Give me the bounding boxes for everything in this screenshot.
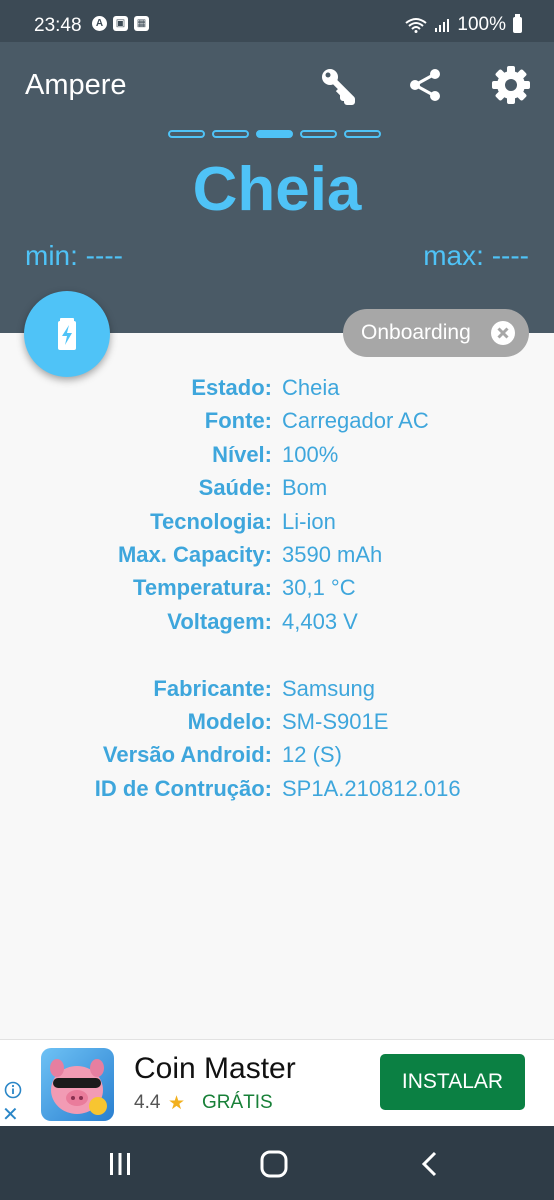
- ad-price: GRÁTIS: [202, 1092, 273, 1113]
- info-row-saude: Saúde: Bom: [0, 472, 554, 505]
- key-icon[interactable]: [318, 65, 358, 105]
- battery-charging-icon: [58, 318, 76, 350]
- recent-apps-icon[interactable]: [106, 1152, 134, 1176]
- status-time: 23:48: [34, 15, 82, 36]
- battery-fab-button[interactable]: [24, 291, 110, 377]
- a-icon: A: [92, 16, 107, 31]
- info-row-temperatura: Temperatura: 30,1 °C: [0, 572, 554, 605]
- battery-percent: 100%: [457, 14, 506, 35]
- info-value: 4,403 V: [282, 608, 358, 634]
- page-dot[interactable]: [168, 130, 205, 138]
- image-icon: ▣: [113, 16, 128, 31]
- page-dot[interactable]: [344, 130, 381, 138]
- onboarding-chip[interactable]: Onboarding: [343, 309, 529, 357]
- charge-state: Cheia: [192, 155, 362, 224]
- info-label: Fonte:: [204, 408, 272, 434]
- app-title: Ampere: [25, 69, 127, 101]
- info-label: Fabricante:: [153, 675, 272, 701]
- info-value: SP1A.210812.016: [282, 775, 461, 801]
- info-row-fonte: Fonte: Carregador AC: [0, 405, 554, 438]
- info-value: Carregador AC: [282, 408, 429, 434]
- info-label: Estado:: [191, 375, 272, 400]
- info-row-modelo: Modelo: SM-S901E: [0, 706, 554, 739]
- info-value: 12 (S): [282, 742, 342, 768]
- info-label: Versão Android:: [102, 742, 272, 768]
- info-label: Nível:: [212, 441, 272, 467]
- home-icon[interactable]: [260, 1150, 288, 1178]
- page-dot[interactable]: [300, 130, 337, 138]
- info-row-build: ID de Contrução: SP1A.210812.016: [0, 773, 554, 806]
- notification-icons: A ▣ ▦: [92, 16, 149, 31]
- info-value: SM-S901E: [282, 708, 389, 734]
- app-logo[interactable]: [41, 1048, 114, 1121]
- info-value: Bom: [282, 475, 328, 501]
- info-row-android: Versão Android: 12 (S): [0, 739, 554, 772]
- qr-icon: ▦: [134, 16, 149, 31]
- info-value: Cheia: [282, 375, 340, 400]
- ad-rating: 4.4: [134, 1092, 161, 1113]
- navigation-bar: [0, 1126, 554, 1200]
- info-label: Tecnologia:: [150, 508, 272, 534]
- signal-icon: [435, 19, 450, 32]
- gear-icon[interactable]: [491, 65, 531, 105]
- info-label: ID de Contrução:: [94, 775, 272, 801]
- info-row-nivel: Nível: 100%: [0, 439, 554, 472]
- info-label: Modelo:: [187, 708, 272, 734]
- ad-banner[interactable]: Coin Master 4.4 ★ GRÁTIS INSTALAR: [0, 1039, 554, 1127]
- chip-label: Onboarding: [361, 321, 471, 344]
- info-label: Max. Capacity:: [117, 541, 272, 567]
- info-value: 100%: [282, 441, 339, 467]
- battery-info-table: Estado: Cheia Fonte: Carregador AC Nível…: [0, 372, 554, 806]
- app-header: Ampere Cheia min: ---- max: ----: [0, 42, 554, 333]
- share-icon[interactable]: [405, 65, 445, 105]
- back-icon[interactable]: [418, 1150, 442, 1178]
- info-label: Temperatura:: [133, 575, 272, 601]
- close-icon[interactable]: [491, 321, 515, 345]
- wifi-icon: [405, 18, 428, 33]
- min-current: min: ----: [25, 240, 123, 271]
- info-row-voltagem: Voltagem: 4,403 V: [0, 606, 554, 639]
- status-bar: 23:48 A ▣ ▦ 100%: [0, 0, 554, 42]
- battery-icon: [513, 14, 522, 33]
- info-row-capacity: Max. Capacity: 3590 mAh: [0, 539, 554, 572]
- max-current: max: ----: [423, 240, 529, 271]
- info-row-tecnologia: Tecnologia: Li-ion: [0, 506, 554, 539]
- system-status: 100%: [405, 14, 522, 36]
- install-button[interactable]: INSTALAR: [380, 1054, 525, 1110]
- ad-info-icon[interactable]: [4, 1081, 22, 1099]
- ad-close-icon[interactable]: ✕: [2, 1102, 19, 1127]
- page-dot[interactable]: [212, 130, 249, 138]
- star-icon: ★: [168, 1093, 186, 1114]
- info-label: Voltagem:: [167, 608, 272, 634]
- page-dot-active[interactable]: [256, 130, 293, 138]
- info-value: 30,1 °C: [282, 575, 356, 601]
- ad-title: Coin Master: [134, 1052, 296, 1085]
- info-row-estado: Estado: Cheia: [0, 372, 554, 405]
- info-value: 3590 mAh: [282, 541, 383, 567]
- info-value: Li-ion: [282, 508, 336, 534]
- pig-icon: [50, 1059, 107, 1115]
- info-value: Samsung: [282, 675, 375, 701]
- info-label: Saúde:: [198, 475, 272, 501]
- info-row-fabricante: Fabricante: Samsung: [0, 673, 554, 706]
- page-indicator: [168, 130, 381, 138]
